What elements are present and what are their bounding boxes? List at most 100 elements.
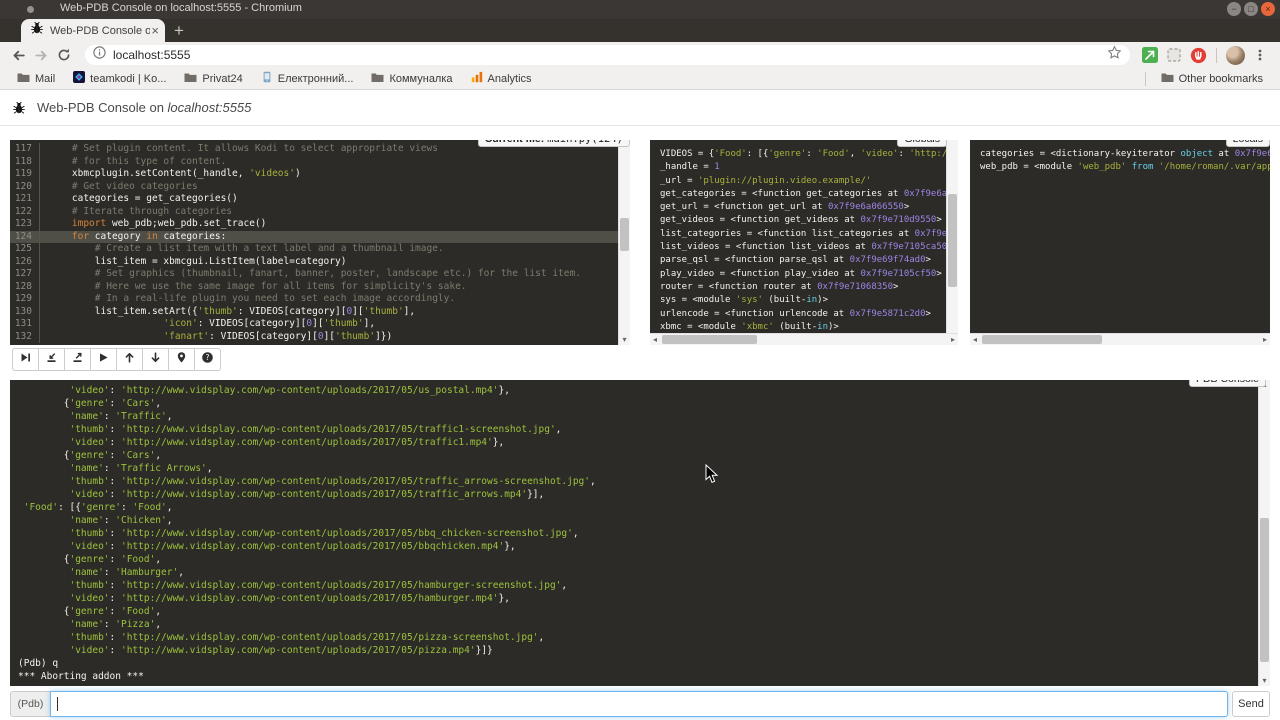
console-line: {'genre': 'Cars', xyxy=(18,397,1258,410)
locals-listing: categories = <dictionary-keyiterator obj… xyxy=(970,140,1270,333)
scroll-right-arrow-icon[interactable]: ▸ xyxy=(1260,334,1270,345)
globals-line: urlencode = <function urlencode at 0x7f9… xyxy=(660,308,946,321)
command-input[interactable] xyxy=(50,691,1228,717)
code-panel: Current file: main.py(124) 117 # Set plu… xyxy=(10,140,630,345)
code-scrollbar[interactable]: ▾ xyxy=(618,140,630,345)
send-button[interactable]: Send xyxy=(1232,691,1270,717)
bookmark-item[interactable]: Електронний... xyxy=(252,69,363,89)
scroll-down-arrow-icon[interactable]: ▾ xyxy=(619,335,630,345)
bookmark-label: teamkodi | Ko... xyxy=(90,73,166,85)
console-line: 'thumb': 'http://www.vidsplay.com/wp-con… xyxy=(18,527,1258,540)
scroll-left-arrow-icon[interactable]: ◂ xyxy=(970,334,980,345)
page-header: Web-PDB Console on localhost:5555 xyxy=(0,90,1280,126)
return-button[interactable] xyxy=(64,348,91,371)
code-line: 118 # for this type of content. xyxy=(10,156,618,169)
bookmark-item[interactable]: teamkodi | Ko... xyxy=(64,69,175,89)
question-icon: ? xyxy=(201,351,214,369)
locals-panel: Locals categories = <dictionary-keyitera… xyxy=(970,140,1270,345)
console-line: 'thumb': 'http://www.vidsplay.com/wp-con… xyxy=(18,423,1258,436)
console-line: 'video': 'http://www.vidsplay.com/wp-con… xyxy=(18,488,1258,501)
console-line: 'thumb': 'http://www.vidsplay.com/wp-con… xyxy=(18,579,1258,592)
forward-icon[interactable] xyxy=(31,45,51,65)
up-button[interactable] xyxy=(116,348,143,371)
globals-line: VIDEOS = {'Food': [{'genre': 'Food', 'vi… xyxy=(660,148,946,161)
window-icon xyxy=(27,6,34,13)
globals-line: xbmc = <module 'xbmc' (built-in)> xyxy=(660,321,946,333)
back-icon[interactable] xyxy=(8,45,28,65)
tab-close-icon[interactable]: × xyxy=(151,24,159,37)
globals-line: list_categories = <function list_categor… xyxy=(660,228,946,241)
console-line: 'name': 'Hamburger', xyxy=(18,566,1258,579)
profile-avatar[interactable] xyxy=(1226,46,1245,65)
bookmarks-bar: Mail teamkodi | Ko... Privat24Електронний.… xyxy=(0,68,1280,90)
bookmark-item[interactable]: Analytics xyxy=(462,69,541,89)
minimize-button[interactable]: − xyxy=(1227,2,1241,16)
bookmark-item[interactable]: Mail xyxy=(8,69,64,89)
svg-text:?: ? xyxy=(206,353,210,362)
site-info-icon[interactable] xyxy=(93,46,106,64)
extension-screenshot-icon[interactable] xyxy=(1165,46,1183,64)
tab-favicon-bug-icon xyxy=(30,21,44,40)
code-line: 123 import web_pdb;web_pdb.set_trace() xyxy=(10,218,618,231)
other-bookmarks-label: Other bookmarks xyxy=(1179,73,1263,85)
browser-toolbar: localhost:5555 xyxy=(0,42,1280,68)
browser-tab[interactable]: Web-PDB Console on loca × xyxy=(21,19,165,42)
arrow-up-icon xyxy=(123,351,136,369)
console-scrollbar[interactable]: ▴ ▾ xyxy=(1258,380,1270,686)
code-line: 132 'fanart': VIDEOS[category][0]['thumb… xyxy=(10,331,618,344)
down-button[interactable] xyxy=(142,348,169,371)
scroll-left-arrow-icon[interactable]: ◂ xyxy=(650,334,660,345)
scroll-right-arrow-icon[interactable]: ▸ xyxy=(948,334,958,345)
code-line: 126 list_item = xbmcgui.ListItem(label=c… xyxy=(10,256,618,269)
code-line-current: 124 for category in categories: xyxy=(10,231,618,244)
debugger-toolbar: ? xyxy=(12,348,221,371)
next-button[interactable] xyxy=(12,348,39,371)
screen: Web-PDB Console on localhost:5555 - Chro… xyxy=(0,0,1280,720)
folder-icon xyxy=(17,72,30,86)
globals-line: get_url = <function get_url at 0x7f9e6a0… xyxy=(660,201,946,214)
code-line: 130 list_item.setArt({'thumb': VIDEOS[ca… xyxy=(10,306,618,319)
extension-adblock-icon[interactable] xyxy=(1189,46,1207,64)
kodi-icon xyxy=(73,71,85,86)
bookmark-item[interactable]: Privat24 xyxy=(175,69,251,89)
console-line: 'name': 'Traffic', xyxy=(18,410,1258,423)
maximize-button[interactable]: □ xyxy=(1244,2,1258,16)
code-line: 119 xbmcplugin.setContent(_handle, 'vide… xyxy=(10,168,618,181)
scroll-down-arrow-icon[interactable]: ▾ xyxy=(1259,676,1270,686)
globals-line: parse_qsl = <function parse_qsl at 0x7f9… xyxy=(660,254,946,267)
bookmarks-list: Mail teamkodi | Ko... Privat24Електронний.… xyxy=(8,69,541,89)
where-button[interactable] xyxy=(168,348,195,371)
window-controls: − □ × xyxy=(1227,2,1275,16)
tab-strip: Web-PDB Console on loca × + xyxy=(0,19,1280,42)
locals-hscrollbar[interactable]: ◂ ▸ xyxy=(970,333,1270,345)
reload-icon[interactable] xyxy=(54,45,74,65)
console-line: 'name': 'Chicken', xyxy=(18,514,1258,527)
globals-line: _url = 'plugin://plugin.video.example/' xyxy=(660,175,946,188)
globals-line: sys = <module 'sys' (built-in)> xyxy=(660,294,946,307)
globals-line: play_video = <function play_video at 0x7… xyxy=(660,268,946,281)
text-caret xyxy=(57,697,58,711)
close-window-button[interactable]: × xyxy=(1261,2,1275,16)
continue-button[interactable] xyxy=(90,348,117,371)
console-line: 'video': 'http://www.vidsplay.com/wp-con… xyxy=(18,436,1258,449)
console-line: 'video': 'http://www.vidsplay.com/wp-con… xyxy=(18,384,1258,397)
new-tab-button[interactable]: + xyxy=(174,20,184,41)
webpdb-bug-icon xyxy=(10,99,28,117)
play-icon xyxy=(97,351,110,369)
extension-green-icon[interactable] xyxy=(1141,46,1159,64)
globals-vscrollbar[interactable] xyxy=(946,140,958,333)
console-line: (Pdb) q xyxy=(18,657,1258,670)
bookmark-star-icon[interactable] xyxy=(1107,45,1122,65)
code-line: 129 # In a real-life plugin you need to … xyxy=(10,293,618,306)
address-bar[interactable]: localhost:5555 xyxy=(85,45,1130,65)
mouse-cursor xyxy=(705,464,719,484)
folder-icon xyxy=(184,72,197,86)
console-output: 'video': 'http://www.vidsplay.com/wp-con… xyxy=(10,380,1258,686)
step-button[interactable] xyxy=(38,348,65,371)
help-button[interactable]: ? xyxy=(194,348,221,371)
menu-dots-icon[interactable] xyxy=(1251,46,1269,64)
globals-hscrollbar[interactable]: ◂ ▸ xyxy=(650,333,958,345)
bookmark-item[interactable]: Коммуналка xyxy=(362,69,461,89)
locals-label: Locals xyxy=(1226,140,1270,147)
other-bookmarks-button[interactable]: Other bookmarks xyxy=(1152,69,1272,89)
